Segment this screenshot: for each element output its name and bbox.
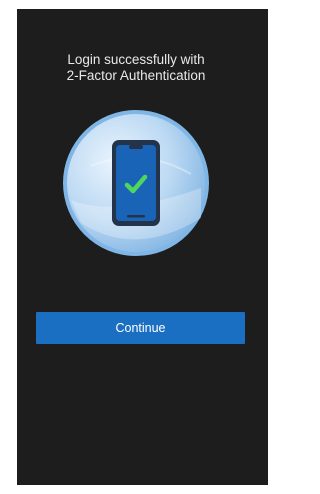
phone-check-icon <box>63 110 209 256</box>
app-screen: Login successfully with 2-Factor Authent… <box>17 9 268 485</box>
success-illustration <box>61 108 211 258</box>
page-title: Login successfully with 2-Factor Authent… <box>17 52 249 84</box>
title-line-1: Login successfully with <box>67 52 205 67</box>
continue-button[interactable]: Continue <box>36 312 245 344</box>
title-line-2: 2-Factor Authentication <box>66 68 206 83</box>
